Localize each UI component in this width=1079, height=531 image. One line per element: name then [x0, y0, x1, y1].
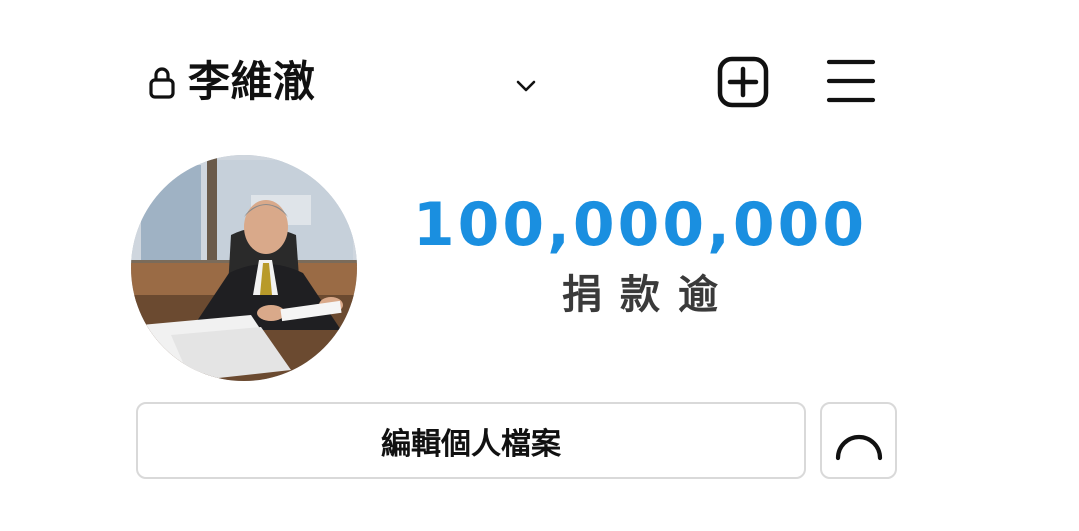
donation-label: 捐款逾	[562, 272, 736, 318]
username-title: 李維澈	[188, 57, 316, 106]
account-switcher[interactable]: 李維澈	[148, 52, 316, 112]
hamburger-menu-icon[interactable]	[826, 58, 876, 104]
donation-stat: 100,000,000 捐款逾	[400, 185, 880, 325]
profile-photo	[131, 155, 357, 381]
plus-square-icon[interactable]	[717, 56, 769, 108]
avatar[interactable]	[131, 155, 357, 381]
chevron-down-icon[interactable]	[515, 78, 537, 94]
profile-header: 李維澈	[0, 0, 1079, 150]
discover-people-button[interactable]	[820, 402, 897, 479]
lock-icon	[149, 67, 175, 99]
edit-profile-button[interactable]: 編輯個人檔案	[136, 402, 806, 479]
donation-amount: 100,000,000	[412, 190, 868, 260]
profile-page: 李維澈 100,000,000 捐款逾 編輯個人檔案	[0, 0, 1079, 531]
loading-spinner-icon	[835, 434, 883, 461]
